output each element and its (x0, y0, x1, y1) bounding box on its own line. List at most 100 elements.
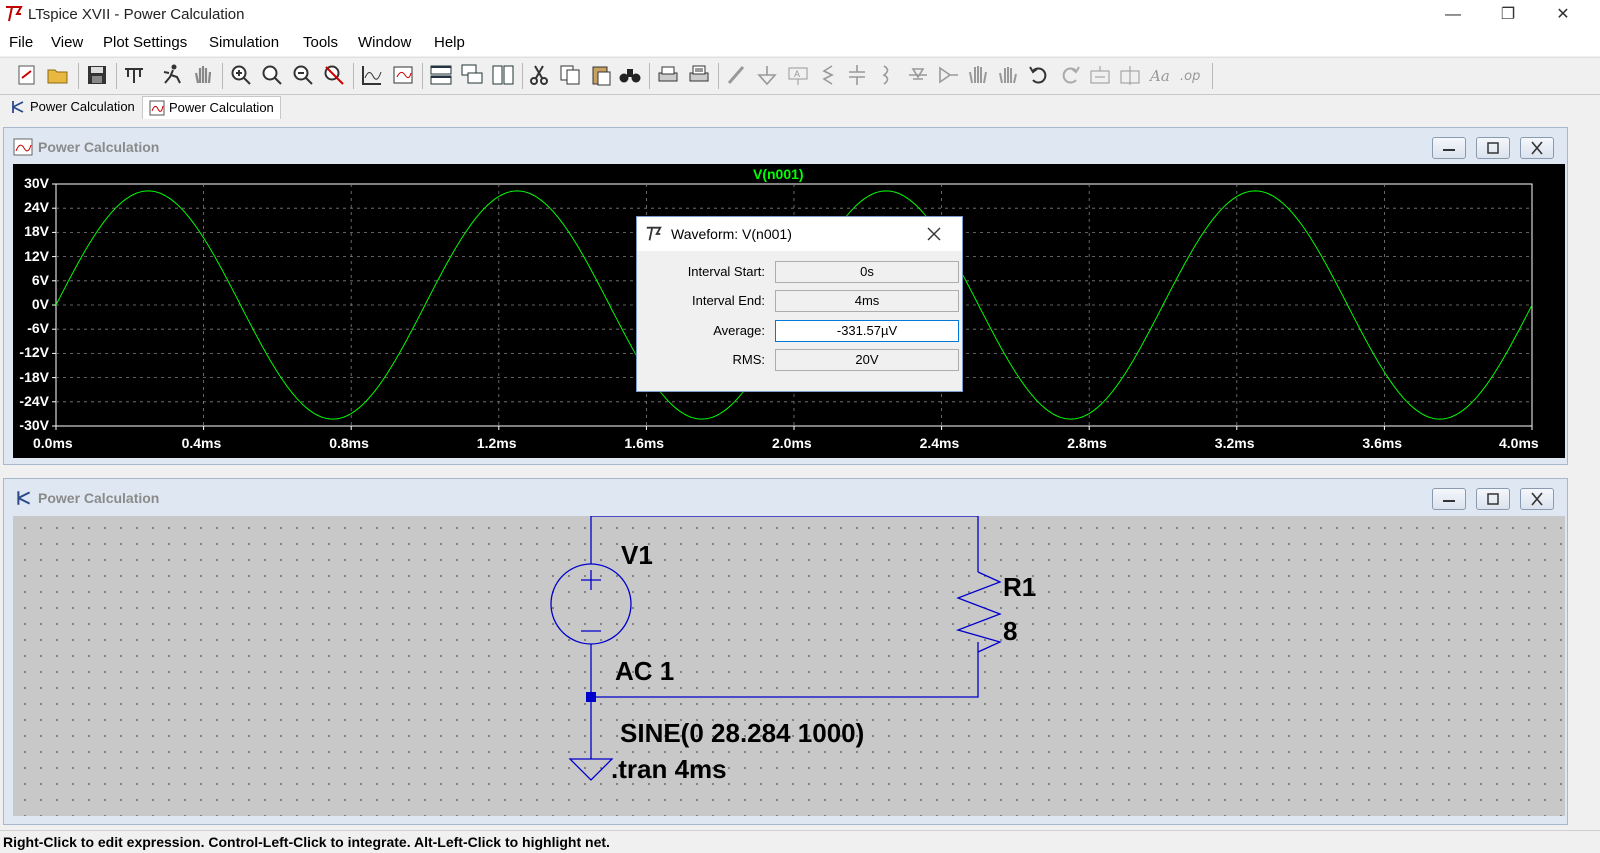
paste-icon[interactable] (589, 63, 613, 87)
move-icon[interactable] (966, 63, 990, 87)
plot-settings-icon[interactable] (391, 63, 415, 87)
control-panel-icon[interactable] (122, 63, 146, 87)
minimize-icon (1443, 500, 1455, 502)
tile-vertical-icon[interactable] (491, 63, 515, 87)
toolbar: A Aa .op (0, 57, 1600, 95)
resistor-r1[interactable] (955, 571, 1002, 653)
interval-end-label: Interval End: (692, 293, 765, 308)
schematic-icon (12, 101, 24, 113)
junction-node[interactable] (586, 692, 596, 702)
menu-window[interactable]: Window (358, 34, 411, 51)
new-schematic-icon[interactable] (15, 63, 39, 87)
label-net-icon[interactable]: A (786, 63, 810, 87)
interval-start-field[interactable]: 0s (775, 261, 959, 283)
average-label: Average: (713, 323, 765, 338)
inductor-icon[interactable] (874, 63, 898, 87)
cascade-icon[interactable] (460, 63, 484, 87)
mirror-icon[interactable] (1118, 63, 1142, 87)
ltspice-logo-icon (6, 6, 23, 22)
interval-end-field[interactable]: 4ms (775, 290, 959, 312)
copy-icon[interactable] (558, 63, 582, 87)
dialog-close-icon[interactable] (927, 227, 941, 241)
dialog-title: Waveform: V(n001) (671, 226, 792, 242)
find-icon[interactable] (618, 63, 642, 87)
menu-view[interactable]: View (51, 34, 83, 51)
print-icon[interactable] (656, 63, 680, 87)
window-minimize-button[interactable] (1432, 137, 1466, 159)
average-field[interactable]: -331.57µV (775, 320, 959, 342)
voltage-source-v1[interactable] (550, 563, 632, 645)
r1-name-label[interactable]: R1 (1003, 572, 1036, 603)
tab-schematic[interactable]: Power Calculation (4, 96, 141, 118)
ground-icon[interactable] (755, 63, 779, 87)
save-icon[interactable] (85, 63, 109, 87)
window-maximize-button[interactable] (1476, 137, 1510, 159)
rms-label: RMS: (732, 352, 766, 367)
redo-icon[interactable] (1058, 63, 1082, 87)
svg-text:.op: .op (1180, 69, 1200, 84)
v1-name-label[interactable]: V1 (621, 540, 653, 571)
window-close-button[interactable] (1520, 488, 1554, 510)
component-icon[interactable] (936, 63, 960, 87)
window-close-button[interactable] (1520, 137, 1554, 159)
menu-simulation[interactable]: Simulation (209, 34, 279, 51)
capacitor-icon[interactable] (845, 63, 869, 87)
text-icon[interactable]: Aa (1148, 63, 1172, 87)
menu-bar: File View Plot Settings Simulation Tools… (0, 30, 1600, 56)
circuit-drawing[interactable] (13, 516, 1565, 816)
rotate-icon[interactable] (1088, 63, 1112, 87)
ltspice-logo-icon (646, 226, 662, 241)
tile-horizontal-icon[interactable] (429, 63, 453, 87)
window-minimize-button[interactable] (1432, 488, 1466, 510)
print-setup-icon[interactable] (687, 63, 711, 87)
restore-button[interactable]: ❐ (1485, 0, 1531, 30)
close-icon (1531, 141, 1543, 155)
tab-label: Power Calculation (169, 100, 274, 115)
status-text: Right-Click to edit expression. Control-… (3, 834, 610, 850)
autorange-icon[interactable] (360, 63, 384, 87)
menu-file[interactable]: File (9, 34, 33, 51)
spice-directive-icon[interactable]: .op (1179, 63, 1203, 87)
interval-start-label: Interval Start: (687, 264, 765, 279)
dialog-title-bar: Waveform: V(n001) (637, 217, 962, 251)
waveform-icon (149, 100, 165, 116)
tab-waveform[interactable]: Power Calculation (142, 96, 281, 119)
zoom-area-icon[interactable] (260, 63, 284, 87)
zoom-out-icon[interactable] (291, 63, 315, 87)
tran-directive[interactable]: .tran 4ms (611, 754, 727, 785)
window-maximize-button[interactable] (1476, 488, 1510, 510)
minimize-icon (1443, 149, 1455, 151)
cut-icon[interactable] (527, 63, 551, 87)
run-icon[interactable] (160, 63, 184, 87)
zoom-in-icon[interactable] (229, 63, 253, 87)
drag-icon[interactable] (996, 63, 1020, 87)
minimize-button[interactable]: — (1430, 0, 1476, 30)
resistor-icon[interactable] (816, 63, 840, 87)
rms-field[interactable]: 20V (775, 349, 959, 371)
maximize-icon (1487, 493, 1499, 505)
schematic-canvas[interactable]: V1 AC 1 R1 8 SINE(0 28.284 1000) .tran 4… (13, 516, 1565, 816)
close-icon (1531, 492, 1543, 506)
document-tabs: Power Calculation Power Calculation (0, 95, 1600, 121)
halt-icon[interactable] (191, 63, 215, 87)
menu-help[interactable]: Help (434, 34, 465, 51)
sine-spec-label[interactable]: SINE(0 28.284 1000) (620, 718, 864, 749)
r1-value-label[interactable]: 8 (1003, 616, 1017, 647)
close-button[interactable]: ✕ (1540, 0, 1586, 30)
waveform-dialog: Waveform: V(n001) Interval Start: 0s Int… (636, 216, 963, 392)
ground-symbol[interactable] (568, 758, 614, 781)
draw-wire-icon[interactable] (725, 63, 749, 87)
window-title: Power Calculation (38, 139, 160, 155)
zoom-cancel-icon[interactable] (322, 63, 346, 87)
status-bar: Right-Click to edit expression. Control-… (0, 830, 1600, 853)
v1-value-label[interactable]: AC 1 (615, 656, 674, 687)
app-title: LTspice XVII - Power Calculation (28, 6, 245, 23)
maximize-icon (1487, 142, 1499, 154)
open-icon[interactable] (46, 63, 70, 87)
undo-icon[interactable] (1027, 63, 1051, 87)
menu-tools[interactable]: Tools (303, 34, 338, 51)
menu-plot-settings[interactable]: Plot Settings (103, 34, 187, 51)
window-title: Power Calculation (38, 490, 160, 506)
title-bar: LTspice XVII - Power Calculation — ❐ ✕ (0, 0, 1600, 30)
diode-icon[interactable] (906, 63, 930, 87)
